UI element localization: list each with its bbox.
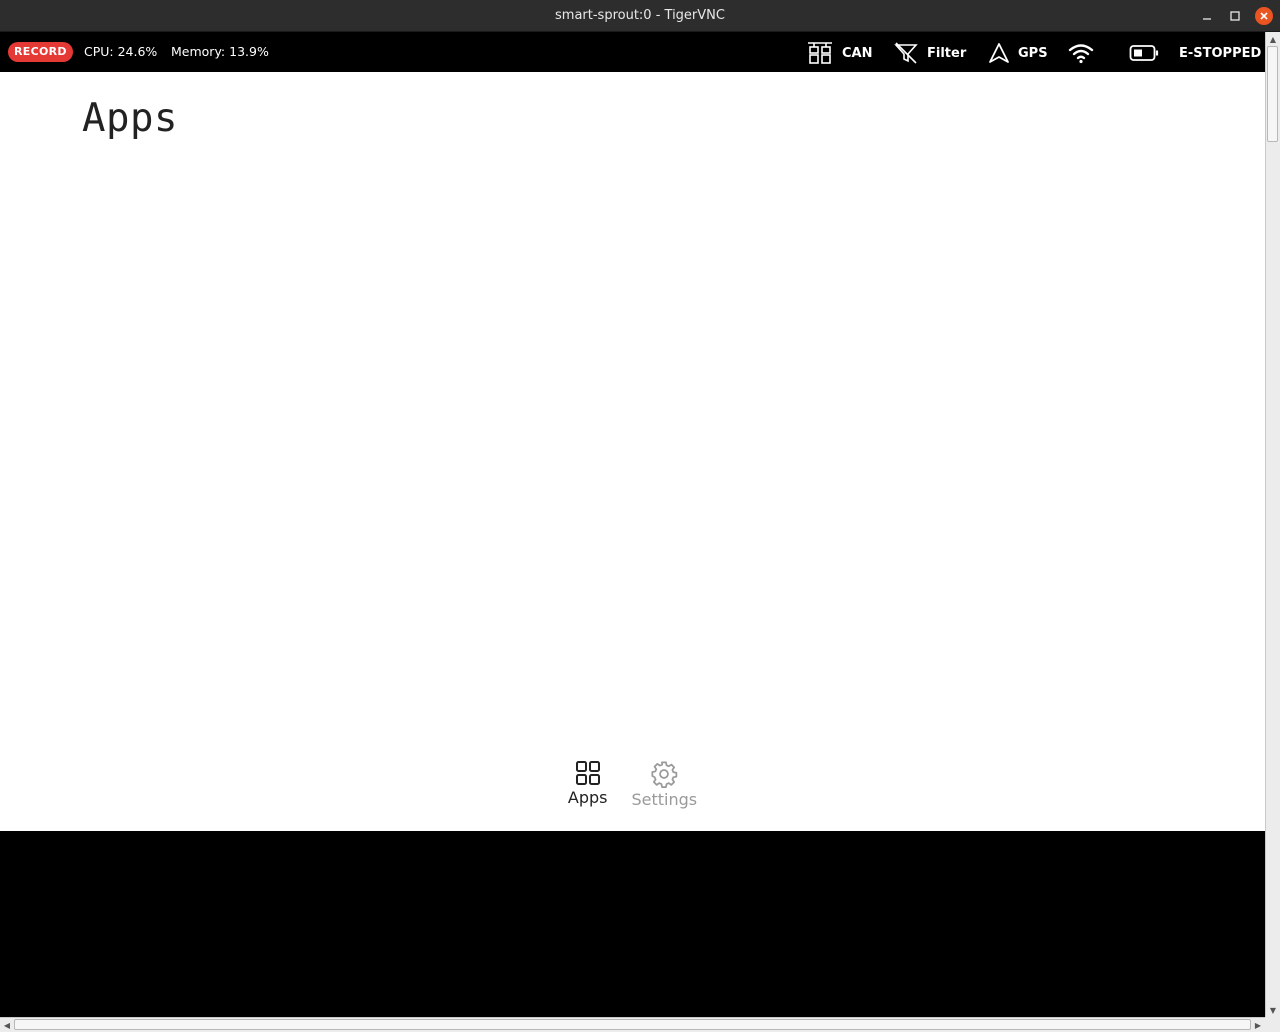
nav-apps-label: Apps (567, 788, 608, 807)
minimize-icon (1203, 18, 1211, 20)
status-filter-label: Filter (927, 45, 967, 61)
gps-navigation-icon (989, 43, 1009, 63)
nav-apps[interactable]: Apps (567, 760, 608, 820)
status-can-label: CAN (842, 45, 873, 61)
scroll-up-arrow-icon[interactable]: ▲ (1266, 32, 1280, 46)
page-title: Apps (82, 96, 178, 141)
main-content: Apps Apps Settings (0, 72, 1265, 831)
battery-icon (1129, 45, 1159, 61)
bottom-navigation: Apps Settings (0, 760, 1265, 820)
wifi-icon (1068, 44, 1094, 64)
filter-off-icon (894, 42, 918, 64)
maximize-icon (1230, 11, 1240, 21)
status-filter[interactable]: Filter (893, 40, 966, 66)
minimize-button[interactable] (1193, 0, 1221, 32)
status-battery[interactable]: E-STOPPED (1129, 40, 1261, 66)
nav-settings[interactable]: Settings (631, 760, 697, 820)
window-title: smart-sprout:0 - TigerVNC (555, 8, 725, 23)
scroll-right-arrow-icon[interactable]: ▶ (1251, 1018, 1265, 1032)
gear-icon (651, 761, 678, 788)
window-titlebar: smart-sprout:0 - TigerVNC (0, 0, 1280, 32)
maximize-button[interactable] (1221, 0, 1249, 32)
estop-status: E-STOPPED (1179, 45, 1262, 61)
close-button[interactable] (1250, 0, 1278, 32)
vertical-scrollbar[interactable]: ▲ ▼ (1265, 32, 1280, 1017)
scroll-down-arrow-icon[interactable]: ▼ (1266, 1003, 1280, 1017)
can-bus-icon (808, 42, 832, 64)
status-can[interactable]: CAN (806, 40, 872, 66)
status-wifi[interactable] (1067, 40, 1095, 66)
status-gps[interactable]: GPS (988, 40, 1048, 66)
horizontal-scroll-thumb[interactable] (14, 1019, 1251, 1030)
nav-settings-label: Settings (631, 790, 698, 809)
apps-grid-icon (575, 761, 600, 785)
vertical-scroll-thumb[interactable] (1267, 46, 1278, 142)
scroll-left-arrow-icon[interactable]: ◀ (0, 1018, 14, 1032)
memory-usage: Memory: 13.9% (171, 44, 269, 59)
cpu-usage: CPU: 24.6% (84, 44, 158, 59)
status-bar: RECORD CPU: 24.6% Memory: 13.9% CAN Filt… (0, 32, 1265, 72)
record-badge[interactable]: RECORD (8, 42, 73, 62)
scrollbar-corner (1265, 1017, 1280, 1032)
vnc-viewport: RECORD CPU: 24.6% Memory: 13.9% CAN Filt… (0, 32, 1265, 1017)
close-icon (1260, 12, 1268, 20)
horizontal-scrollbar[interactable]: ◀ ▶ (0, 1017, 1265, 1032)
status-gps-label: GPS (1018, 45, 1048, 61)
